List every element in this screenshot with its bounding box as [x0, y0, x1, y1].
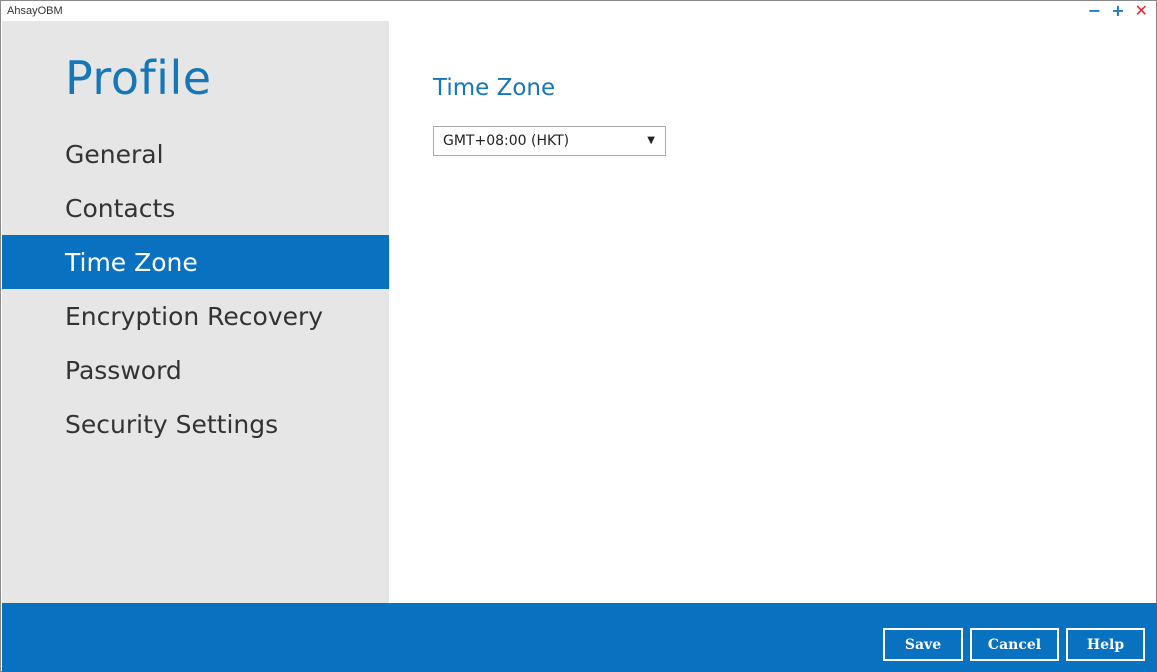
- window-controls: − + ✕: [1088, 1, 1148, 21]
- save-button[interactable]: Save: [883, 628, 963, 661]
- sidebar-item-label: Contacts: [65, 193, 176, 223]
- sidebar-item-label: Password: [65, 355, 182, 385]
- app-window: AhsayOBM − + ✕ Profile General Contacts …: [0, 0, 1157, 672]
- chevron-down-icon: ▼: [647, 135, 655, 146]
- sidebar-item-label: Encryption Recovery: [65, 301, 324, 331]
- sidebar-item-label: Security Settings: [65, 409, 279, 439]
- page-title: Profile: [65, 51, 212, 105]
- sidebar-item-time-zone[interactable]: Time Zone: [2, 235, 389, 289]
- timezone-select[interactable]: GMT+08:00 (HKT) ▼: [433, 126, 666, 156]
- maximize-icon[interactable]: +: [1111, 1, 1124, 21]
- sidebar-item-contacts[interactable]: Contacts: [2, 181, 389, 235]
- title-bar: AhsayOBM − + ✕: [1, 1, 1156, 21]
- sidebar: Profile General Contacts Time Zone Encry…: [2, 21, 389, 603]
- footer-bar: Save Cancel Help: [2, 603, 1157, 672]
- sidebar-item-password[interactable]: Password: [2, 343, 389, 397]
- cancel-button[interactable]: Cancel: [970, 628, 1059, 661]
- sidebar-nav: General Contacts Time Zone Encryption Re…: [2, 127, 389, 451]
- minimize-icon[interactable]: −: [1088, 1, 1101, 21]
- main-content: Time Zone GMT+08:00 (HKT) ▼: [389, 21, 1156, 603]
- timezone-value: GMT+08:00 (HKT): [443, 133, 570, 149]
- sidebar-item-label: Time Zone: [65, 247, 198, 277]
- sidebar-item-general[interactable]: General: [2, 127, 389, 181]
- sidebar-item-security-settings[interactable]: Security Settings: [2, 397, 389, 451]
- sidebar-item-encryption-recovery[interactable]: Encryption Recovery: [2, 289, 389, 343]
- section-title: Time Zone: [433, 75, 556, 101]
- footer-buttons: Save Cancel Help: [883, 628, 1145, 661]
- close-icon[interactable]: ✕: [1135, 1, 1148, 21]
- sidebar-item-label: General: [65, 139, 164, 169]
- app-title: AhsayOBM: [7, 5, 63, 17]
- help-button[interactable]: Help: [1066, 628, 1145, 661]
